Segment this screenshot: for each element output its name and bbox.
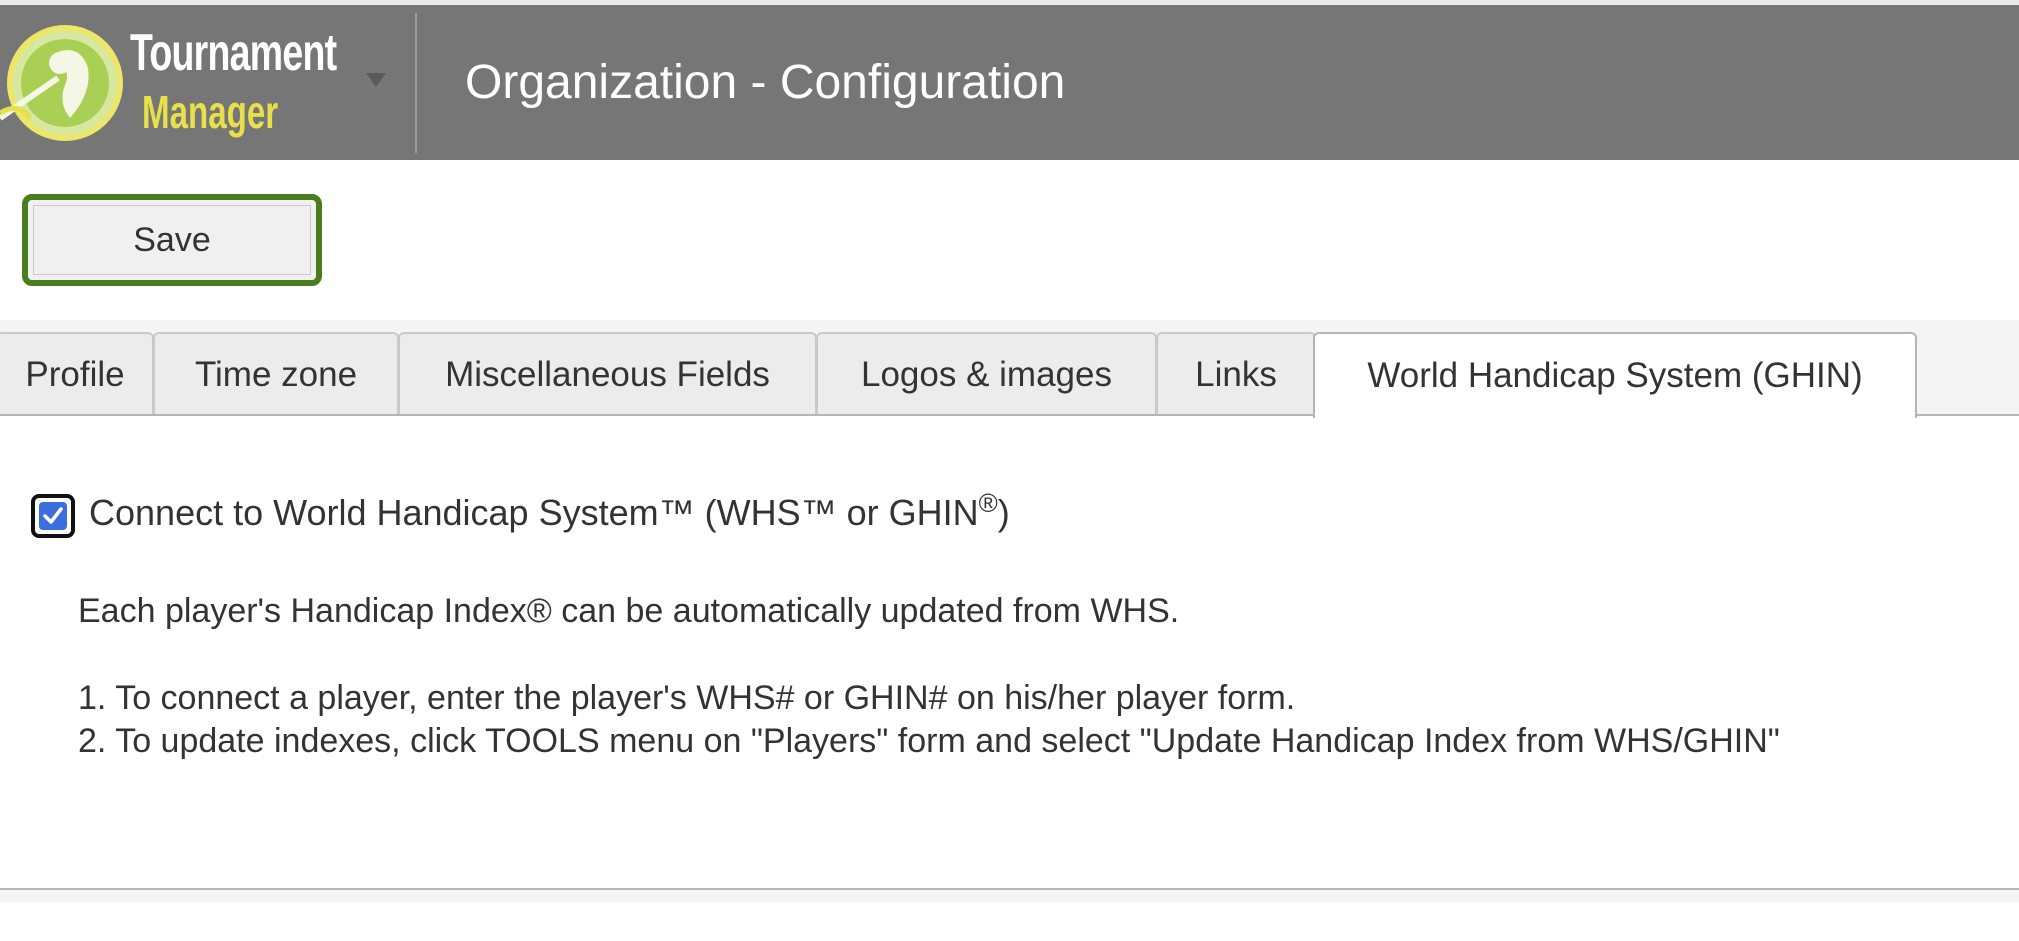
save-button[interactable]: Save <box>22 194 322 286</box>
checkbox-fill <box>39 502 67 530</box>
logo-subtitle: Manager <box>142 86 279 138</box>
whs-connect-label-text: Connect to World Handicap System™ (WHS™ … <box>89 492 979 533</box>
tab-bar: Profile Time zone Miscellaneous Fields L… <box>0 320 2019 418</box>
tab-profile[interactable]: Profile <box>0 332 154 416</box>
app-header: Tournament Manager Organization - Config… <box>0 5 2019 160</box>
tab-label: Logos & images <box>861 355 1112 394</box>
footer-strip <box>0 890 2019 902</box>
tab-miscellaneous-fields[interactable]: Miscellaneous Fields <box>398 332 817 416</box>
whs-intro-text: Each player's Handicap Index® can be aut… <box>78 592 1180 630</box>
golfer-logo-icon <box>0 25 123 141</box>
registered-mark: ® <box>978 488 998 518</box>
tab-label: Miscellaneous Fields <box>445 355 770 394</box>
logo-title: Tournament <box>130 24 337 82</box>
tab-content-panel <box>0 416 2019 889</box>
tab-label: Links <box>1195 355 1277 394</box>
tab-world-handicap-system[interactable]: World Handicap System (GHIN) <box>1313 332 1917 418</box>
whs-step-1: 1. To connect a player, enter the player… <box>78 679 1296 717</box>
app-logo-menu[interactable]: Tournament Manager <box>0 5 390 160</box>
whs-connect-checkbox[interactable] <box>31 494 75 538</box>
tab-label: Profile <box>25 355 125 394</box>
tab-logos-images[interactable]: Logos & images <box>816 332 1157 416</box>
tab-time-zone[interactable]: Time zone <box>153 332 399 416</box>
checkmark-icon <box>43 507 63 524</box>
caret-down-icon[interactable] <box>366 73 386 87</box>
whs-connect-label[interactable]: Connect to World Handicap System™ (WHS™ … <box>89 488 1010 534</box>
save-button-inner-border <box>33 205 311 275</box>
tab-links[interactable]: Links <box>1156 332 1316 416</box>
page-title: Organization - Configuration <box>465 56 1066 109</box>
whs-connect-label-end: ) <box>997 492 1010 533</box>
header-divider <box>415 13 417 153</box>
tab-label: World Handicap System (GHIN) <box>1367 356 1863 395</box>
whs-step-2: 2. To update indexes, click TOOLS menu o… <box>78 722 1780 760</box>
tab-label: Time zone <box>194 355 358 394</box>
